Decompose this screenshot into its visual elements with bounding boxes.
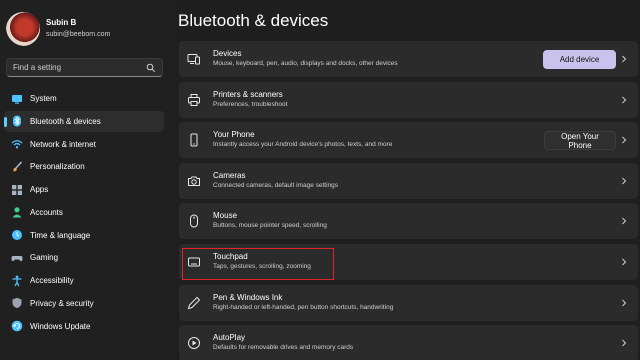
row-text: Your Phone Instantly access your Android… — [213, 130, 392, 150]
user-profile[interactable]: Subin B subin@beebom.com — [6, 12, 110, 46]
sidebar-item-label: Accounts — [30, 207, 63, 217]
settings-row-cameras[interactable]: Cameras Connected cameras, default image… — [179, 162, 638, 199]
profile-email: subin@beebom.com — [46, 31, 111, 38]
row-description: Buttons, mouse pointer speed, scrolling — [213, 222, 327, 230]
chevron-right-icon — [622, 258, 627, 266]
globe-clock-icon — [11, 229, 23, 241]
devices-icon — [187, 52, 201, 66]
sidebar-item-label: Personalization — [30, 162, 85, 172]
brush-icon — [11, 161, 23, 173]
sidebar-item-label: Time & language — [30, 230, 91, 240]
sidebar-item-label: Apps — [30, 185, 49, 194]
profile-name: Subin B — [46, 18, 77, 27]
row-title: AutoPlay — [213, 333, 246, 343]
settings-list: Devices Mouse, keyboard, pen, audio, dis… — [179, 41, 638, 360]
update-icon — [11, 320, 23, 332]
row-text: Pen & Windows Ink Right-handed or left-h… — [213, 293, 393, 313]
settings-row-your-phone[interactable]: Your Phone Instantly access your Android… — [179, 122, 638, 159]
row-text: Printers & scanners Preferences, trouble… — [213, 90, 287, 110]
sidebar-item-network[interactable]: Network & internet — [4, 134, 164, 155]
sidebar-item-time-language[interactable]: Time & language — [4, 225, 164, 246]
row-title: Mouse — [213, 211, 238, 221]
settings-row-pen-windows-ink[interactable]: Pen & Windows Ink Right-handed or left-h… — [179, 284, 638, 321]
sidebar-item-personalization[interactable]: Personalization — [4, 156, 164, 177]
row-text: Devices Mouse, keyboard, pen, audio, dis… — [213, 49, 398, 69]
chevron-right-icon — [622, 96, 627, 103]
sidebar-item-label: Gaming — [30, 253, 59, 263]
chevron-right-icon — [622, 339, 627, 347]
row-title: Printers & scanners — [213, 89, 283, 99]
person-icon — [11, 206, 23, 218]
search-input[interactable] — [13, 63, 146, 72]
wifi-icon — [11, 138, 23, 150]
sidebar-item-label: Network & internet — [30, 139, 96, 149]
bluetooth-icon — [11, 115, 23, 127]
pen-icon — [187, 296, 201, 310]
phone-icon — [187, 133, 201, 147]
search-icon[interactable] — [146, 63, 156, 73]
sidebar: Subin B subin@beebom.com System Bluetoot… — [0, 0, 170, 360]
row-description: Instantly access your Android device's p… — [213, 141, 393, 149]
settings-row-mouse[interactable]: Mouse Buttons, mouse pointer speed, scro… — [179, 203, 638, 240]
sidebar-item-label: Privacy & security — [30, 298, 94, 308]
apps-icon — [11, 184, 23, 196]
sidebar-item-apps[interactable]: Apps — [4, 179, 164, 200]
sidebar-item-label: System — [30, 94, 57, 103]
chevron-right-icon — [622, 177, 627, 185]
sidebar-item-bluetooth-devices[interactable]: Bluetooth & devices — [4, 110, 164, 132]
chevron-right-icon — [622, 55, 627, 63]
shield-icon — [11, 297, 23, 309]
sidebar-item-label: Bluetooth & devices — [30, 116, 101, 126]
row-text: AutoPlay Defaults for removable drives a… — [213, 333, 353, 353]
profile-text: Subin B subin@beebom.com — [46, 17, 110, 41]
row-description: Mouse, keyboard, pen, audio, displays an… — [213, 60, 398, 67]
sidebar-item-windows-update[interactable]: Windows Update — [4, 316, 164, 337]
chevron-right-icon — [622, 299, 627, 306]
autoplay-icon — [187, 336, 201, 350]
row-description: Connected cameras, default image setting… — [213, 181, 339, 189]
settings-row-printers-scanners[interactable]: Printers & scanners Preferences, trouble… — [179, 81, 638, 118]
chevron-right-icon — [622, 136, 627, 144]
settings-row-autoplay[interactable]: AutoPlay Defaults for removable drives a… — [179, 325, 638, 360]
row-title: Cameras — [213, 170, 246, 180]
row-title: Devices — [213, 49, 242, 58]
row-text: Cameras Connected cameras, default image… — [213, 171, 338, 191]
touchpad-icon — [187, 255, 201, 269]
camera-icon — [187, 174, 201, 188]
row-description: Right-handed or left-handed, pen button … — [213, 303, 394, 311]
row-description: Preferences, troubleshoot — [213, 100, 288, 108]
chevron-right-icon — [622, 218, 627, 225]
sidebar-item-privacy-security[interactable]: Privacy & security — [4, 293, 164, 314]
avatar[interactable] — [6, 12, 40, 46]
page-title: Bluetooth & devices — [178, 11, 329, 30]
sidebar-item-label: Accessibility — [30, 276, 74, 285]
gamepad-icon — [11, 252, 23, 264]
sidebar-item-label: Windows Update — [30, 321, 91, 331]
monitor-icon — [11, 93, 23, 105]
sidebar-item-system[interactable]: System — [4, 88, 164, 109]
row-description: Taps, gestures, scrolling, zooming — [213, 262, 311, 270]
row-title: Your Phone — [213, 130, 255, 140]
add-device-button[interactable]: Add device — [543, 50, 616, 69]
settings-row-devices[interactable]: Devices Mouse, keyboard, pen, audio, dis… — [179, 41, 638, 77]
accessibility-icon — [11, 275, 23, 287]
open-your-phone-button[interactable]: Open Your Phone — [544, 131, 616, 151]
sidebar-item-accounts[interactable]: Accounts — [4, 202, 164, 223]
printer-icon — [187, 93, 201, 107]
row-title: Pen & Windows Ink — [213, 292, 283, 302]
row-text: Mouse Buttons, mouse pointer speed, scro… — [213, 211, 327, 231]
row-description: Defaults for removable drives and memory… — [213, 344, 354, 352]
search-box[interactable] — [6, 58, 163, 77]
row-text: Touchpad Taps, gestures, scrolling, zoom… — [213, 252, 311, 272]
row-title: Touchpad — [213, 251, 248, 261]
settings-row-touchpad[interactable]: Touchpad Taps, gestures, scrolling, zoom… — [179, 243, 638, 280]
mouse-icon — [187, 214, 201, 228]
sidebar-item-gaming[interactable]: Gaming — [4, 247, 164, 268]
sidebar-item-accessibility[interactable]: Accessibility — [4, 270, 164, 291]
sidebar-nav: System Bluetooth & devices Network & int… — [4, 88, 164, 338]
